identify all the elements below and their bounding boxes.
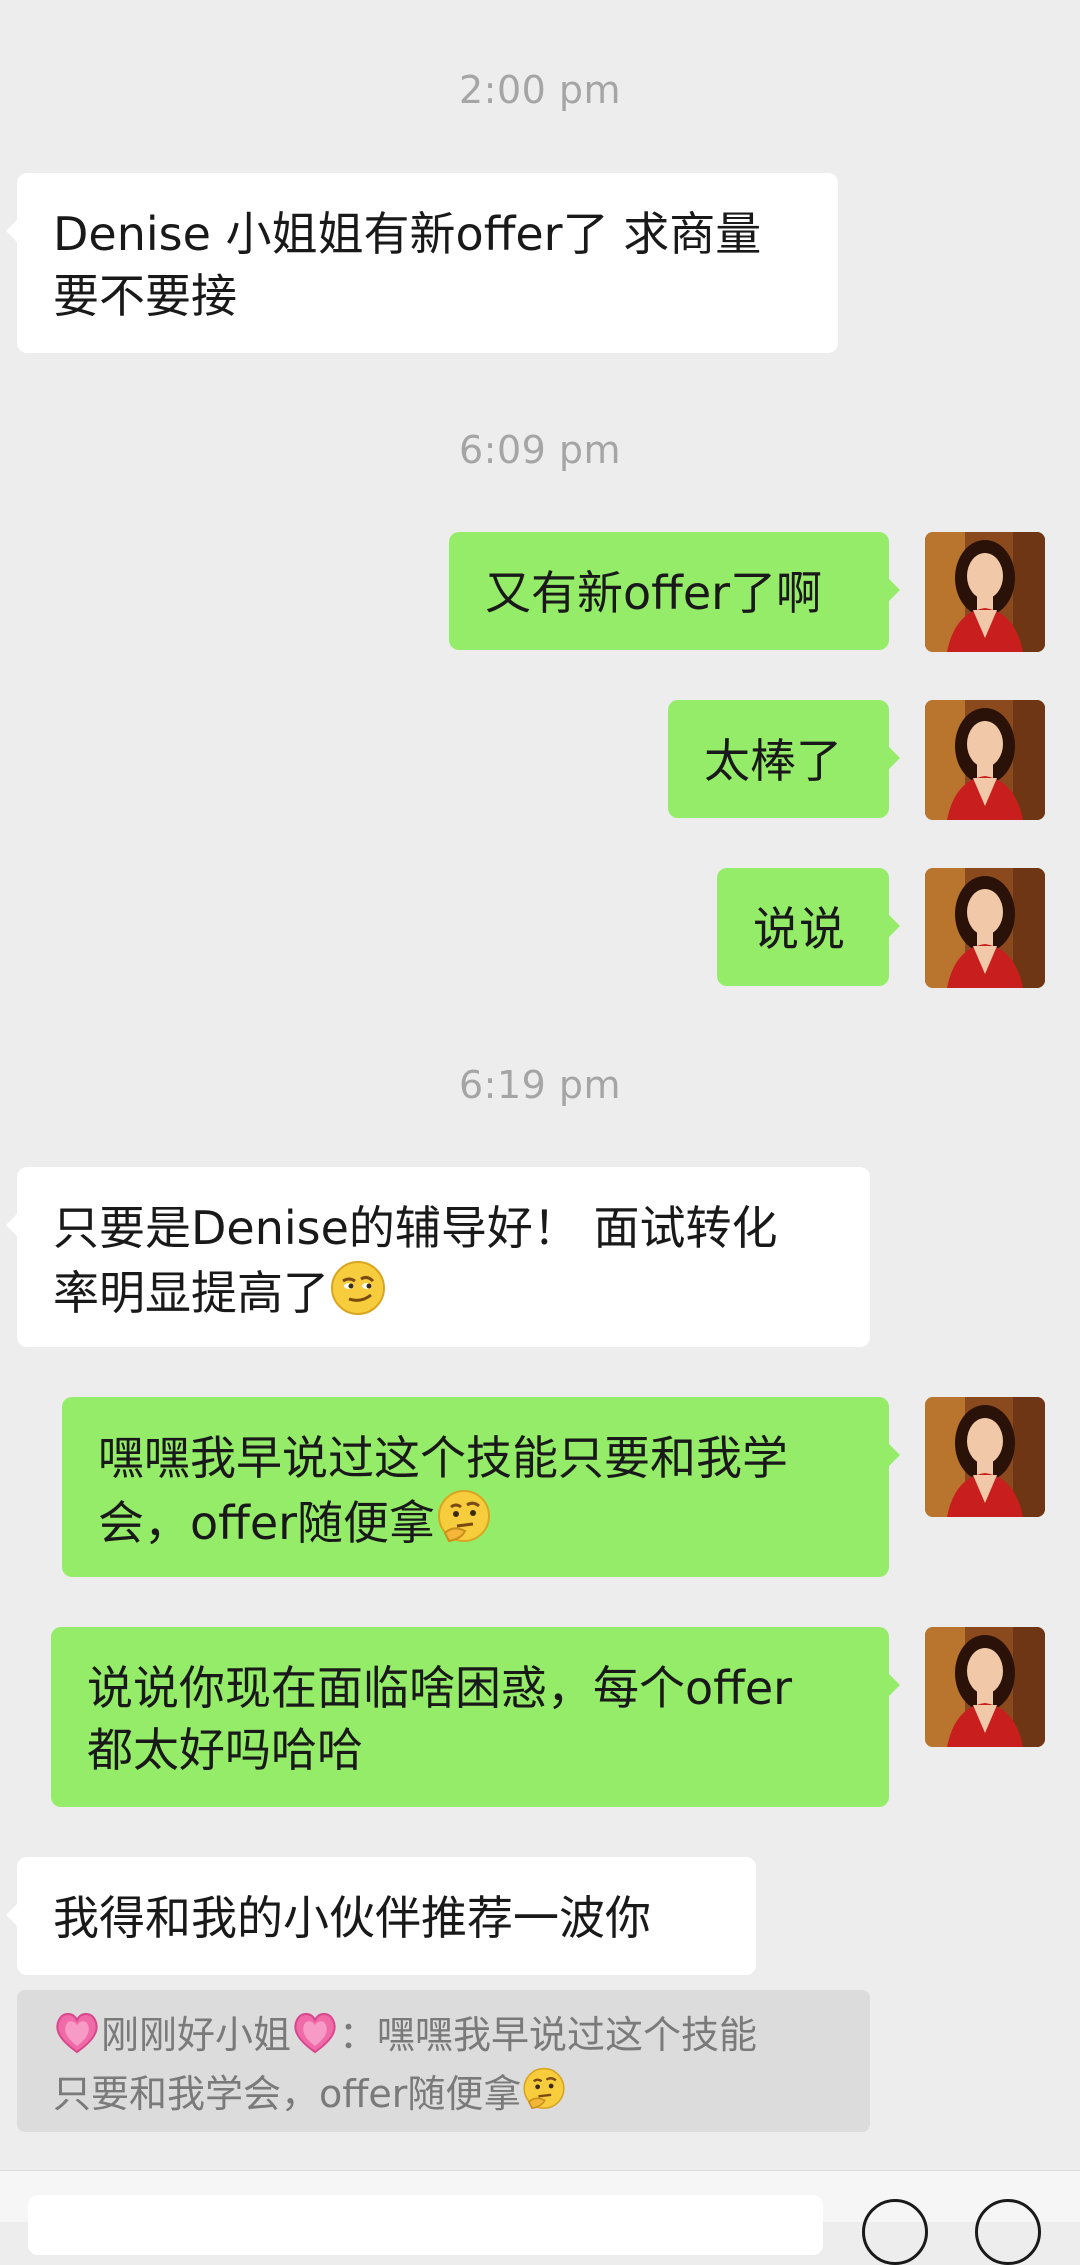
chat-message-list[interactable]: 2:00 pm Denise 小姐姐有新offer了 求商量 要不要接 6:09…: [0, 0, 1080, 2170]
message-bubble-outgoing[interactable]: 嘿嘿我早说过这个技能只要和我学 会，offer随便拿: [62, 1397, 900, 1577]
message-bubble-outgoing[interactable]: 又有新offer了啊: [449, 532, 900, 650]
user-avatar[interactable]: [925, 700, 1045, 820]
avatar-image: [925, 700, 1045, 820]
message-text: 说说你现在面临啥困惑，每个offer 都太好吗哈哈: [87, 1661, 793, 1777]
message-text: Denise 小姐姐有新offer了 求商量 要不要接: [53, 207, 762, 323]
smirking-face-icon: [329, 1259, 387, 1332]
message-text: 只要是Denise的辅导好！ 面试转化 率明显提高了: [53, 1197, 834, 1332]
quoted-message[interactable]: 刚刚好小姐 ：嘿嘿我早说过这个技能 只要和我学会，offer随便拿: [17, 1990, 870, 2132]
message-bubble-outgoing[interactable]: 说说你现在面临啥困惑，每个offer 都太好吗哈哈: [51, 1627, 900, 1807]
quote-separator: ：: [339, 2013, 378, 2057]
user-avatar[interactable]: [925, 532, 1045, 652]
quote-text: 嘿嘿我早说过这个技能: [377, 2013, 758, 2057]
message-text: 说说: [753, 902, 845, 956]
user-avatar[interactable]: [925, 868, 1045, 988]
message-text: 嘿嘿我早说过这个技能只要和我学 会，offer随便拿: [98, 1427, 853, 1562]
chat-input-bar: [0, 2170, 1080, 2265]
message-input[interactable]: [28, 2195, 823, 2255]
avatar-image: [925, 1627, 1045, 1747]
avatar-image: [925, 868, 1045, 988]
message-bubble-incoming[interactable]: 只要是Denise的辅导好！ 面试转化 率明显提高了: [6, 1167, 870, 1347]
user-avatar[interactable]: [925, 1627, 1045, 1747]
avatar-image: [925, 1397, 1045, 1517]
emoji-button-icon[interactable]: [862, 2199, 928, 2265]
user-avatar[interactable]: [925, 1397, 1045, 1517]
message-text: 又有新offer了啊: [485, 566, 823, 620]
message-bubble-outgoing[interactable]: 太棒了: [668, 700, 900, 818]
timestamp: 6:19 pm: [458, 1063, 622, 1107]
thinking-face-icon: [521, 2067, 567, 2126]
quote-line-1: 刚刚好小姐 ：嘿嘿我早说过这个技能: [53, 2010, 834, 2067]
pink-heart-icon: [291, 2010, 339, 2067]
quote-line-2: 只要和我学会，offer随便拿: [53, 2067, 834, 2126]
message-bubble-incoming[interactable]: Denise 小姐姐有新offer了 求商量 要不要接: [6, 173, 838, 353]
add-button-icon[interactable]: [975, 2199, 1041, 2265]
timestamp: 2:00 pm: [458, 68, 622, 112]
message-bubble-outgoing[interactable]: 说说: [717, 868, 900, 986]
message-bubble-incoming[interactable]: 我得和我的小伙伴推荐一波你: [6, 1857, 756, 1975]
avatar-image: [925, 532, 1045, 652]
quote-text: 只要和我学会，offer随便拿: [53, 2072, 522, 2116]
quote-sender: 刚刚好小姐: [101, 2013, 292, 2057]
message-text: 我得和我的小伙伴推荐一波你: [53, 1891, 651, 1945]
pink-heart-icon: [53, 2010, 101, 2067]
message-text: 太棒了: [704, 734, 842, 788]
timestamp: 6:09 pm: [458, 428, 622, 472]
thinking-face-icon: [435, 1489, 493, 1562]
